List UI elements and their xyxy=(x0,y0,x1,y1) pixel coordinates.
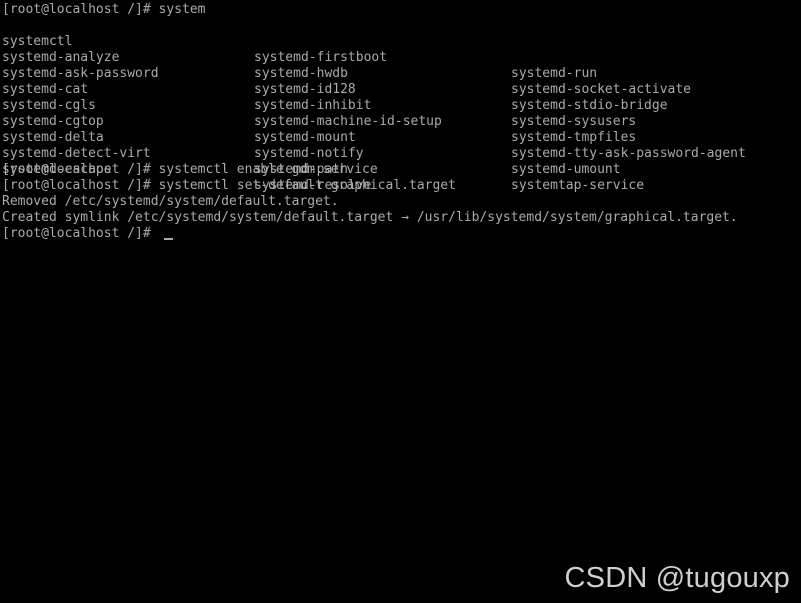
terminal-screen[interactable]: [root@localhost /]# system systemctl sys… xyxy=(0,0,801,603)
completion-row: systemd-detect-virt systemd-path systemt… xyxy=(0,130,801,193)
completion-row: systemd-analyze systemd-hwdb systemd-soc… xyxy=(0,34,801,97)
watermark-label: CSDN @tugouxp xyxy=(564,562,790,594)
completion-row: systemd-cgtop systemd-mount systemd-tty-… xyxy=(0,98,801,161)
terminal-line-created-symlink: Created symlink /etc/systemd/system/defa… xyxy=(2,210,738,225)
terminal-line-enable-gdm: [root@localhost /]# systemctl enable gdm… xyxy=(2,162,378,177)
terminal-line-set-default: [root@localhost /]# systemctl set-defaul… xyxy=(2,178,456,193)
text-cursor xyxy=(164,238,173,240)
terminal-line-removed-target: Removed /etc/systemd/system/default.targ… xyxy=(2,194,339,209)
terminal-line-active-prompt: [root@localhost /]# xyxy=(2,226,159,241)
completion-item[interactable]: systemtap-service xyxy=(511,178,644,194)
completion-row: systemd-ask-password systemd-id128 syste… xyxy=(0,50,801,113)
completion-item[interactable]: systemd-umount xyxy=(511,162,621,178)
completion-row: systemctl systemd-firstboot systemd-run xyxy=(0,18,801,81)
completion-row: systemd-cgls systemd-machine-id-setup sy… xyxy=(0,82,801,145)
terminal-window[interactable]: [root@localhost /]# system systemctl sys… xyxy=(0,0,801,603)
completion-row: systemd-escape systemd-resolve xyxy=(0,146,801,193)
completion-row: systemd-delta systemd-notify systemd-umo… xyxy=(0,114,801,177)
terminal-line-prompt-system: [root@localhost /]# system xyxy=(2,2,206,17)
completion-row: systemd-cat systemd-inhibit systemd-sysu… xyxy=(0,66,801,129)
